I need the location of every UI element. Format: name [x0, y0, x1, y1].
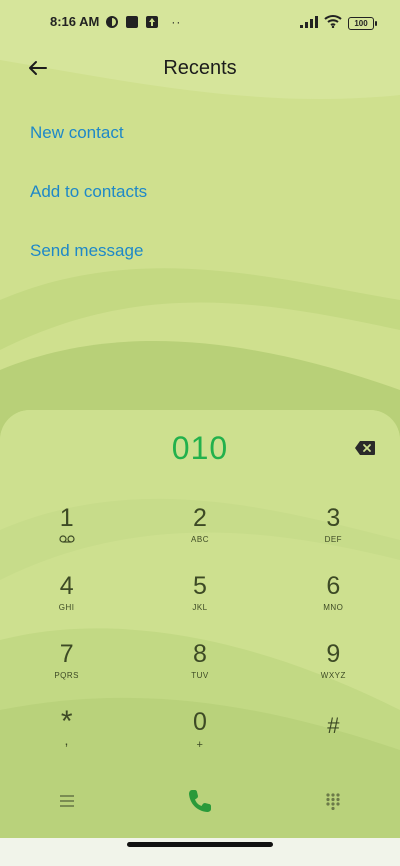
key-2[interactable]: 2 ABC	[133, 498, 266, 566]
home-indicator[interactable]	[127, 842, 273, 847]
key-digit: 1	[59, 504, 74, 532]
key-letters: ABC	[191, 535, 209, 544]
send-message-link[interactable]: Send message	[30, 236, 147, 295]
menu-icon[interactable]	[59, 794, 75, 813]
key-7[interactable]: 7 PQRS	[0, 634, 133, 702]
status-time: 8:16 AM	[50, 14, 100, 29]
key-digit: 3	[326, 504, 341, 532]
key-letters: JKL	[192, 603, 208, 612]
key-5[interactable]: 5 JKL	[133, 566, 266, 634]
key-digit: 7	[59, 640, 74, 668]
keypad-grid-icon[interactable]	[325, 792, 341, 815]
key-letters: GHI	[58, 603, 75, 612]
header: Recents	[0, 48, 400, 88]
dialed-number: 010	[171, 430, 229, 466]
key-star[interactable]: * ,	[0, 702, 133, 770]
app-icon	[105, 15, 119, 29]
square-icon	[125, 15, 139, 29]
keypad: 1 2 ABC 3 DEF 4 GHI 5 JKL 6 MNO 7 PQRS 8…	[0, 498, 400, 770]
key-8[interactable]: 8 TUV	[133, 634, 266, 702]
backspace-button[interactable]	[354, 440, 376, 456]
signal-icon	[300, 15, 318, 33]
key-digit: #	[327, 713, 340, 738]
key-letters: TUV	[191, 671, 209, 680]
key-digit: 8	[193, 640, 207, 668]
key-letters: ,	[64, 732, 69, 748]
key-letters: MNO	[323, 603, 344, 612]
key-digit: 5	[193, 572, 207, 600]
key-digit: 0	[193, 708, 207, 736]
key-0[interactable]: 0 +	[133, 702, 266, 770]
contact-actions: New contact Add to contacts Send message	[30, 118, 147, 295]
key-3[interactable]: 3 DEF	[267, 498, 400, 566]
key-9[interactable]: 9 WXYZ	[267, 634, 400, 702]
battery-icon: 100	[348, 17, 377, 30]
key-6[interactable]: 6 MNO	[267, 566, 400, 634]
key-letters: PQRS	[54, 671, 79, 680]
key-letters: +	[196, 739, 204, 751]
key-digit: 6	[326, 572, 341, 600]
key-letters: DEF	[324, 535, 343, 544]
upload-icon	[145, 15, 159, 29]
wifi-icon	[324, 14, 342, 33]
voicemail-icon	[59, 535, 75, 545]
key-hash[interactable]: #	[267, 702, 400, 770]
phone-call-icon[interactable]	[186, 787, 214, 820]
key-digit: 4	[59, 572, 74, 600]
key-4[interactable]: 4 GHI	[0, 566, 133, 634]
page-title: Recents	[163, 57, 237, 79]
status-bar: 8:16 AM ·· 100	[0, 0, 400, 44]
key-1[interactable]: 1	[0, 498, 133, 566]
key-digit: 2	[193, 504, 207, 532]
dialer-bottom-bar	[0, 778, 400, 828]
backspace-icon	[355, 441, 375, 455]
add-to-contacts-link[interactable]: Add to contacts	[30, 177, 147, 236]
dialer-panel: 010 1 2 ABC 3 DEF 4 GHI 5 JKL 6 MNO 7 PQ…	[0, 410, 400, 866]
more-dots-icon: ··	[171, 14, 182, 29]
new-contact-link[interactable]: New contact	[30, 118, 147, 177]
key-digit: 9	[326, 640, 341, 668]
key-letters: WXYZ	[320, 671, 346, 680]
